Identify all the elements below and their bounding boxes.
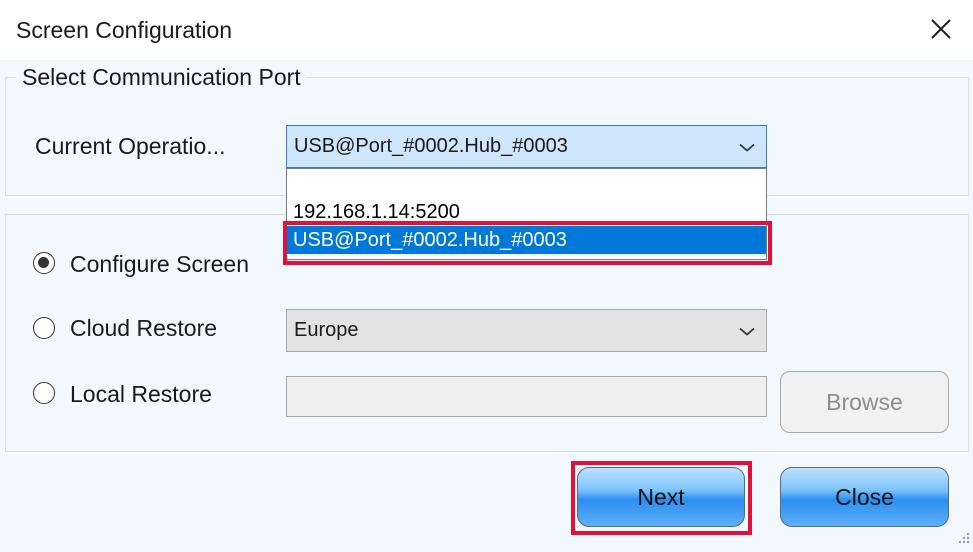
- local-restore-radio[interactable]: [33, 382, 55, 404]
- port-select[interactable]: USB@Port_#0002.Hub_#0003: [286, 125, 767, 168]
- cloud-restore-label: Cloud Restore: [70, 315, 218, 341]
- cloud-region-value: Europe: [294, 319, 359, 341]
- current-operation-label: Current Operatio...: [35, 133, 226, 159]
- configure-screen-radio[interactable]: [33, 252, 55, 274]
- local-restore-label: Local Restore: [70, 381, 212, 407]
- browse-button[interactable]: Browse: [780, 371, 949, 433]
- screen-configuration-dialog: Screen Configuration Select Communicatio…: [0, 0, 973, 552]
- chevron-down-icon: [738, 319, 756, 342]
- close-icon[interactable]: [926, 14, 956, 44]
- resize-grip-icon[interactable]: [956, 530, 970, 549]
- close-button[interactable]: Close: [780, 467, 949, 527]
- chevron-down-icon: [738, 135, 756, 158]
- next-button[interactable]: Next: [577, 467, 745, 527]
- port-select-value: USB@Port_#0002.Hub_#0003: [294, 135, 568, 157]
- local-path-input[interactable]: [286, 376, 767, 417]
- communication-port-legend: Select Communication Port: [16, 64, 307, 91]
- cloud-restore-radio[interactable]: [33, 317, 55, 339]
- cloud-region-select[interactable]: Europe: [286, 309, 767, 352]
- title-bar: Screen Configuration: [0, 0, 973, 60]
- window-title: Screen Configuration: [16, 17, 233, 43]
- configure-screen-label: Configure Screen: [70, 251, 249, 277]
- selected-option-highlight: [283, 221, 772, 265]
